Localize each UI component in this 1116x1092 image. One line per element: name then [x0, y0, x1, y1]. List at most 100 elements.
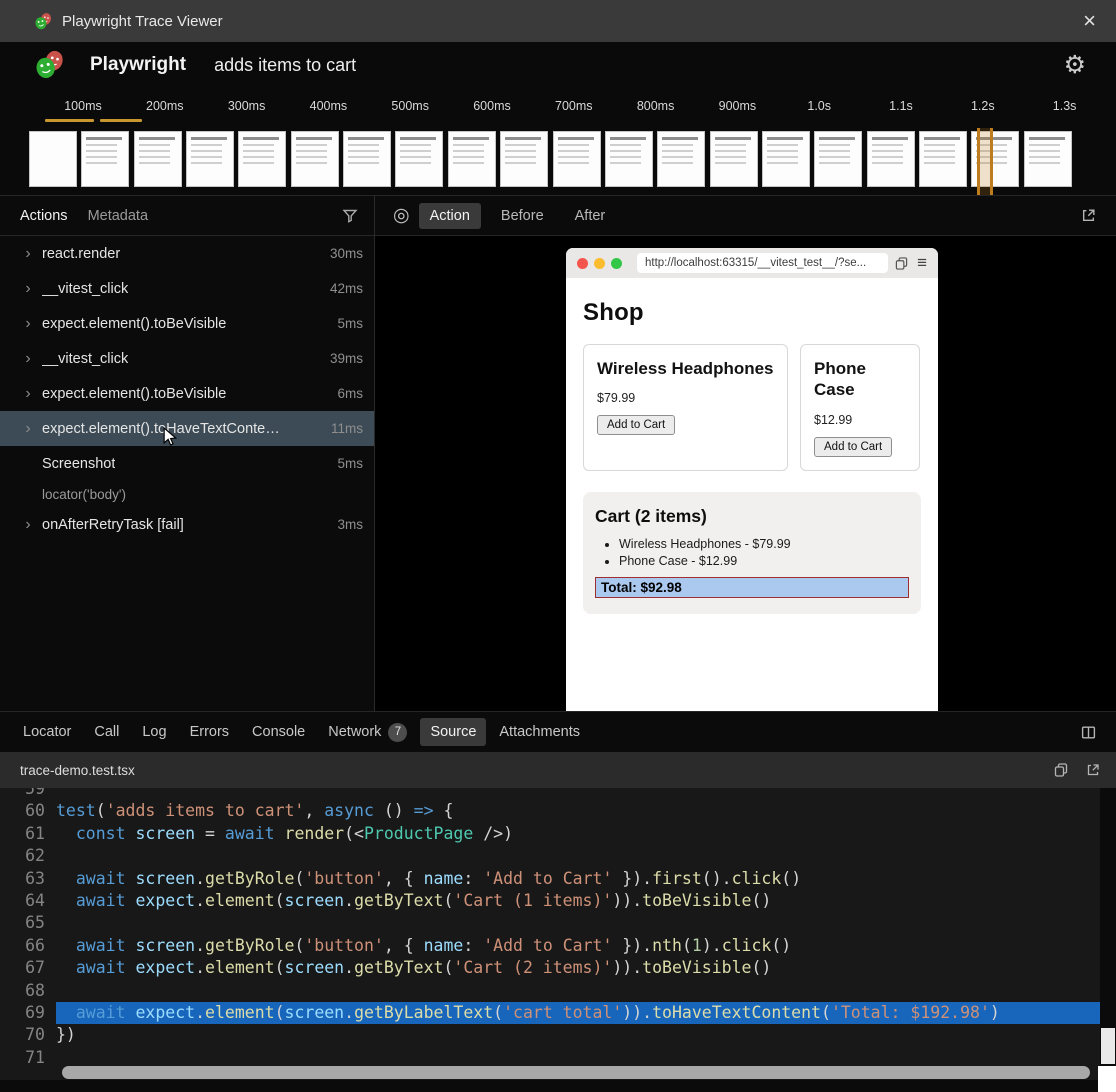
action-item[interactable]: Screenshot5ms: [0, 446, 374, 481]
code-text: const screen = await render(<ProductPage…: [56, 823, 1100, 845]
action-label: __vitest_click: [42, 351, 128, 367]
timeline[interactable]: 100ms200ms300ms400ms500ms600ms700ms800ms…: [0, 88, 1116, 196]
copy-url-icon[interactable]: [895, 257, 908, 270]
snapshot-tab-after[interactable]: After: [564, 203, 617, 229]
expand-chevron-icon[interactable]: ›: [21, 245, 35, 263]
timeline-thumbnail[interactable]: [448, 131, 496, 187]
timeline-thumbnail[interactable]: [762, 131, 810, 187]
add-to-cart-button[interactable]: Add to Cart: [597, 415, 675, 435]
timeline-thumbnail[interactable]: [343, 131, 391, 187]
code-token: screen: [285, 891, 345, 910]
bottom-tab-call[interactable]: Call: [84, 718, 129, 746]
timeline-thumbnail[interactable]: [553, 131, 601, 187]
timeline-thumbnail[interactable]: [395, 131, 443, 187]
timeline-thumbnail[interactable]: [867, 131, 915, 187]
code-token: [56, 891, 76, 910]
expand-chevron-icon[interactable]: ›: [21, 280, 35, 298]
vertical-scrollbar-thumb[interactable]: [1101, 1028, 1115, 1064]
expand-chevron-icon[interactable]: ›: [21, 315, 35, 333]
code-token: ,: [304, 801, 324, 820]
code-token: .: [195, 1003, 205, 1022]
bottom-tab-attachments[interactable]: Attachments: [489, 718, 590, 746]
action-label: onAfterRetryTask [fail]: [42, 517, 184, 533]
horizontal-scrollbar-thumb[interactable]: [62, 1066, 1090, 1079]
action-item[interactable]: ›expect.element().toHaveTextConte…11ms: [0, 411, 374, 446]
code-line: 64 await expect.element(screen.getByText…: [0, 890, 1100, 912]
action-item[interactable]: ›__vitest_click42ms: [0, 271, 374, 306]
tab-label: Network: [328, 724, 381, 740]
code-token: getByRole: [205, 869, 294, 888]
line-number: 66: [0, 935, 56, 957]
code-token: =>: [414, 801, 434, 820]
timeline-thumbnail[interactable]: [605, 131, 653, 187]
bottom-tab-network[interactable]: Network7: [318, 717, 417, 748]
window-titlebar: Playwright Trace Viewer ×: [0, 0, 1116, 42]
product-card: Phone Case$12.99Add to Cart: [800, 344, 920, 471]
browser-maximize-dot: [611, 258, 622, 269]
timeline-thumbnail[interactable]: [81, 131, 129, 187]
expand-chevron-icon[interactable]: ›: [21, 516, 35, 534]
snapshot-tabbar: ◎ Action Before After: [375, 196, 1116, 236]
timeline-thumbnail[interactable]: [919, 131, 967, 187]
timeline-thumbnail[interactable]: [814, 131, 862, 187]
actions-list: ›react.render30ms›__vitest_click42ms›exp…: [0, 236, 374, 542]
open-source-external-icon[interactable]: [1086, 763, 1100, 777]
code-token: 'Cart (2 items)': [453, 958, 612, 977]
action-item[interactable]: ›expect.element().toBeVisible5ms: [0, 306, 374, 341]
code-token: expect: [135, 891, 195, 910]
close-icon[interactable]: ×: [1083, 10, 1096, 32]
code-token: [126, 936, 136, 955]
timeline-thumbnail[interactable]: [710, 131, 758, 187]
tab-actions[interactable]: Actions: [20, 208, 68, 224]
expand-chevron-icon[interactable]: ›: [21, 420, 35, 438]
tab-metadata[interactable]: Metadata: [88, 208, 148, 224]
bottom-tab-log[interactable]: Log: [132, 718, 176, 746]
settings-gear-icon[interactable]: ⚙: [1064, 50, 1086, 80]
app-name: Playwright: [90, 54, 186, 76]
timeline-thumbnail[interactable]: [1024, 131, 1072, 187]
code-token: )).: [612, 891, 642, 910]
timeline-thumbnail[interactable]: [186, 131, 234, 187]
filter-icon[interactable]: [342, 208, 358, 224]
bottom-tab-source[interactable]: Source: [420, 718, 486, 746]
timeline-thumbnail[interactable]: [29, 131, 77, 187]
open-snapshot-external-icon[interactable]: [1081, 208, 1096, 223]
code-token: (): [781, 869, 801, 888]
bottom-panel: Locator Call LogErrorsConsoleNetwork7Sourc…: [0, 712, 1116, 1092]
bottom-tab-errors[interactable]: Errors: [180, 718, 239, 746]
timeline-thumbnail[interactable]: [291, 131, 339, 187]
action-item[interactable]: ›__vitest_click39ms: [0, 341, 374, 376]
expand-chevron-icon[interactable]: ›: [21, 350, 35, 368]
copy-source-icon[interactable]: [1054, 763, 1068, 777]
action-duration: 30ms: [322, 246, 363, 261]
bottom-tab-console[interactable]: Console: [242, 718, 315, 746]
code-token: (: [443, 958, 453, 977]
split-view-icon[interactable]: [1081, 725, 1096, 740]
action-item[interactable]: ›react.render30ms: [0, 236, 374, 271]
address-bar[interactable]: http://localhost:63315/__vitest_test__/?…: [637, 253, 888, 273]
tab-label: Call: [94, 724, 119, 740]
action-item[interactable]: ›onAfterRetryTask [fail]3ms: [0, 507, 374, 542]
code-token: (: [682, 936, 692, 955]
snapshot-tab-action[interactable]: Action: [419, 203, 481, 229]
snapshot-page: Shop Wireless Headphones$79.99Add to Car…: [566, 278, 938, 614]
action-duration: 6ms: [329, 386, 363, 401]
timeline-thumbnail[interactable]: [657, 131, 705, 187]
add-to-cart-button[interactable]: Add to Cart: [814, 437, 892, 457]
timeline-tick-label: 200ms: [146, 99, 184, 113]
code-text: [56, 912, 1100, 934]
code-token: await: [76, 958, 126, 977]
line-number: 68: [0, 980, 56, 1002]
code-token: await: [76, 869, 126, 888]
timeline-thumbnail[interactable]: [500, 131, 548, 187]
timeline-thumbnail[interactable]: [134, 131, 182, 187]
action-item[interactable]: ›expect.element().toBeVisible6ms: [0, 376, 374, 411]
timeline-thumbnail[interactable]: [238, 131, 286, 187]
code-token: [275, 824, 285, 843]
code-token: 'button': [304, 869, 383, 888]
snapshot-tab-before[interactable]: Before: [490, 203, 555, 229]
expand-chevron-icon[interactable]: ›: [21, 385, 35, 403]
pick-locator-icon[interactable]: ◎: [393, 204, 410, 227]
bottom-tab-locator[interactable]: Locator: [13, 718, 81, 746]
timeline-selection-marker[interactable]: [977, 128, 993, 195]
